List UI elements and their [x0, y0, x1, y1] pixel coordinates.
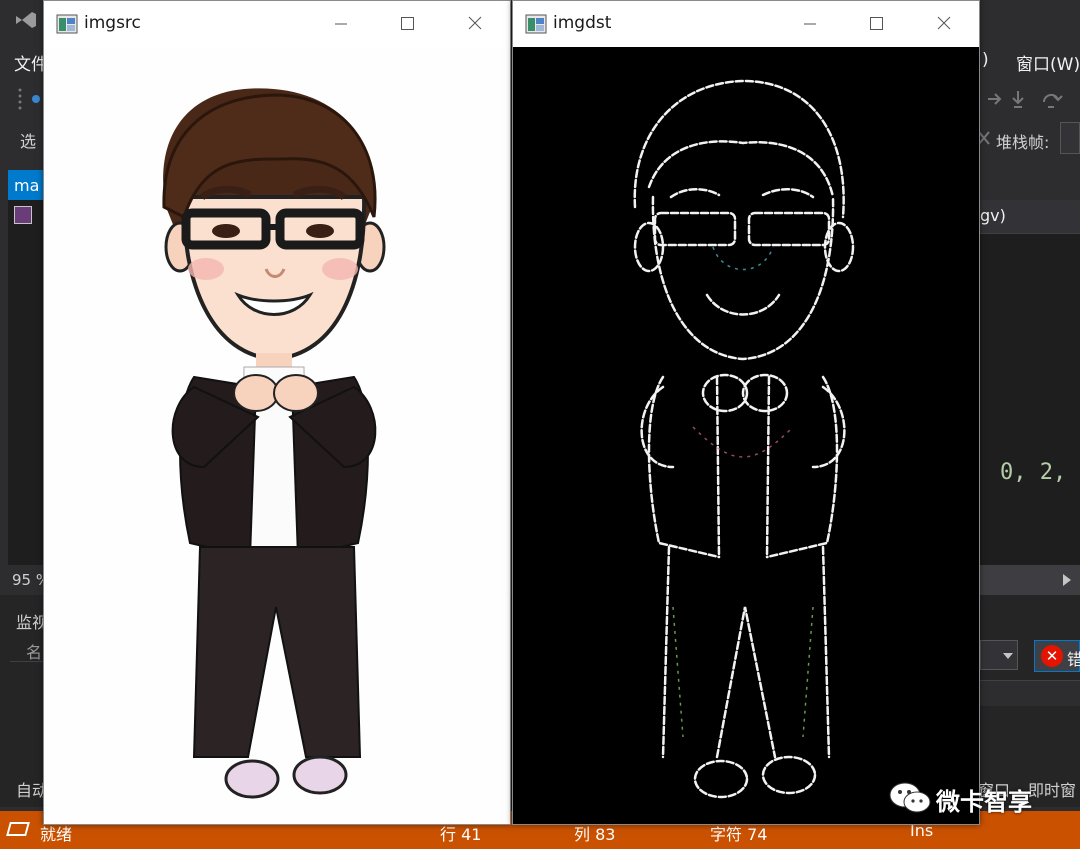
errors-label: 错 — [1067, 650, 1080, 669]
debug-step-icons[interactable] — [986, 88, 1080, 110]
document-tab[interactable]: ma — [8, 170, 44, 200]
minimize-icon — [335, 23, 347, 25]
close-icon — [937, 16, 951, 30]
image-window-icon — [525, 14, 547, 34]
ready-icon — [6, 822, 30, 836]
minimize-button[interactable] — [318, 1, 364, 47]
watermark-text: 微卡智享 — [936, 788, 1032, 816]
imgdst-window[interactable]: imgdst — [512, 0, 980, 825]
maximize-button[interactable] — [384, 1, 430, 47]
chevron-down-icon — [1003, 653, 1013, 659]
visual-studio-logo-icon — [16, 12, 36, 28]
function-nav-text: gv) — [980, 206, 1006, 225]
zoom-box[interactable]: 95 % — [0, 565, 50, 595]
menu-paren: ) — [982, 50, 989, 70]
cartoon-person-image — [162, 88, 386, 799]
code-editor[interactable] — [980, 200, 1080, 570]
imgdst-title: imgdst — [553, 13, 612, 33]
document-tab-label: ma — [14, 176, 40, 195]
left-editor-margin — [8, 200, 44, 570]
imgdst-canvas — [513, 47, 979, 824]
imgsrc-titlebar[interactable]: imgsrc — [44, 1, 510, 47]
minimize-icon — [804, 23, 816, 25]
watermark: 微卡智享 — [888, 778, 1068, 818]
code-numbers: 0, 2, 1 — [1000, 460, 1080, 485]
wechat-icon — [889, 782, 931, 813]
imgsrc-window[interactable]: imgsrc — [43, 0, 511, 825]
image-window-icon — [56, 14, 78, 34]
imgsrc-title: imgsrc — [84, 13, 141, 33]
toolbar-left-text: 选 — [20, 132, 37, 151]
horizontal-scrollbar[interactable] — [980, 565, 1080, 595]
imgdst-titlebar[interactable]: imgdst — [513, 1, 979, 47]
imgsrc-canvas — [44, 47, 510, 824]
toolbar-grip-icon — [18, 88, 40, 110]
error-icon: ✕ — [1041, 645, 1063, 667]
edge-detected-person-image — [633, 79, 855, 799]
errors-filter-button[interactable]: ✕ 错 — [1034, 640, 1080, 672]
maximize-icon — [870, 17, 883, 30]
maximize-icon — [401, 17, 414, 30]
editor-nav-bar[interactable]: gv) — [980, 200, 1080, 234]
watch-name-column: 名 — [26, 643, 43, 662]
close-icon — [468, 16, 482, 30]
error-list-header — [980, 680, 1080, 706]
stack-frame-label: 堆栈帧: — [996, 133, 1050, 152]
close-button[interactable] — [452, 1, 498, 47]
maximize-button[interactable] — [853, 1, 899, 47]
error-scope-dropdown[interactable] — [980, 640, 1018, 670]
minimize-button[interactable] — [787, 1, 833, 47]
menu-window[interactable]: 窗口(W) — [1016, 50, 1080, 75]
watch-divider — [10, 661, 44, 662]
stack-frame-dropdown[interactable] — [1060, 122, 1080, 154]
scroll-right-icon[interactable] — [1062, 573, 1072, 587]
project-icon — [14, 206, 32, 224]
close-button[interactable] — [921, 1, 967, 47]
